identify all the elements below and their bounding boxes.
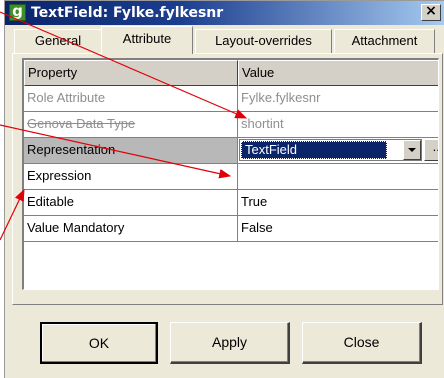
property-editable[interactable]: Editable xyxy=(24,190,238,216)
value-expression[interactable] xyxy=(238,164,438,190)
property-value-mandatory[interactable]: Value Mandatory xyxy=(24,216,238,242)
value-value-mandatory[interactable]: False xyxy=(238,216,438,242)
table-row[interactable]: Expression xyxy=(24,164,438,190)
close-button[interactable]: Close xyxy=(302,322,422,364)
table-row[interactable]: Representation TextField ... xyxy=(24,138,438,164)
title-bar[interactable]: g TextField: Fylke.fylkesnr × xyxy=(5,1,444,25)
value-editable[interactable]: True xyxy=(238,190,438,216)
property-role-attribute: Role Attribute xyxy=(24,86,238,112)
value-role-attribute: Fylke.fylkesnr xyxy=(238,86,438,112)
table-row[interactable]: Value Mandatory False xyxy=(24,216,438,242)
dropdown-button[interactable] xyxy=(403,140,421,160)
property-genova-data-type: Genova Data Type xyxy=(24,112,238,138)
chevron-down-icon xyxy=(408,148,416,152)
genova-g-icon: g xyxy=(9,4,26,21)
apply-button[interactable]: Apply xyxy=(170,322,290,364)
dialog-window: g TextField: Fylke.fylkesnr × General At… xyxy=(4,0,444,378)
header-property[interactable]: Property xyxy=(24,60,238,86)
grid-header: Property Value xyxy=(24,60,438,86)
tab-layout-overrides[interactable]: Layout-overrides xyxy=(195,29,332,53)
value-representation: TextField ... xyxy=(238,138,438,164)
representation-combobox[interactable]: TextField xyxy=(239,139,422,161)
close-icon[interactable]: × xyxy=(421,4,441,21)
ellipsis-button[interactable]: ... xyxy=(424,139,438,161)
header-value[interactable]: Value xyxy=(238,60,438,86)
canvas: g TextField: Fylke.fylkesnr × General At… xyxy=(0,0,444,378)
tab-general[interactable]: General xyxy=(14,29,102,53)
property-grid: Property Value Role Attribute Fylke.fylk… xyxy=(22,58,439,290)
tab-attribute[interactable]: Attribute xyxy=(101,26,193,54)
table-row[interactable]: Genova Data Type shortint xyxy=(24,112,438,138)
table-row[interactable]: Editable True xyxy=(24,190,438,216)
value-genova-data-type: shortint xyxy=(238,112,438,138)
combobox-selected-value[interactable]: TextField xyxy=(241,141,387,159)
window-title: TextField: Fylke.fylkesnr xyxy=(31,5,224,21)
property-expression[interactable]: Expression xyxy=(24,164,238,190)
tab-attachment[interactable]: Attachment xyxy=(334,29,435,53)
ok-button[interactable]: OK xyxy=(40,322,158,364)
table-row[interactable]: Role Attribute Fylke.fylkesnr xyxy=(24,86,438,112)
property-representation[interactable]: Representation xyxy=(24,138,238,164)
